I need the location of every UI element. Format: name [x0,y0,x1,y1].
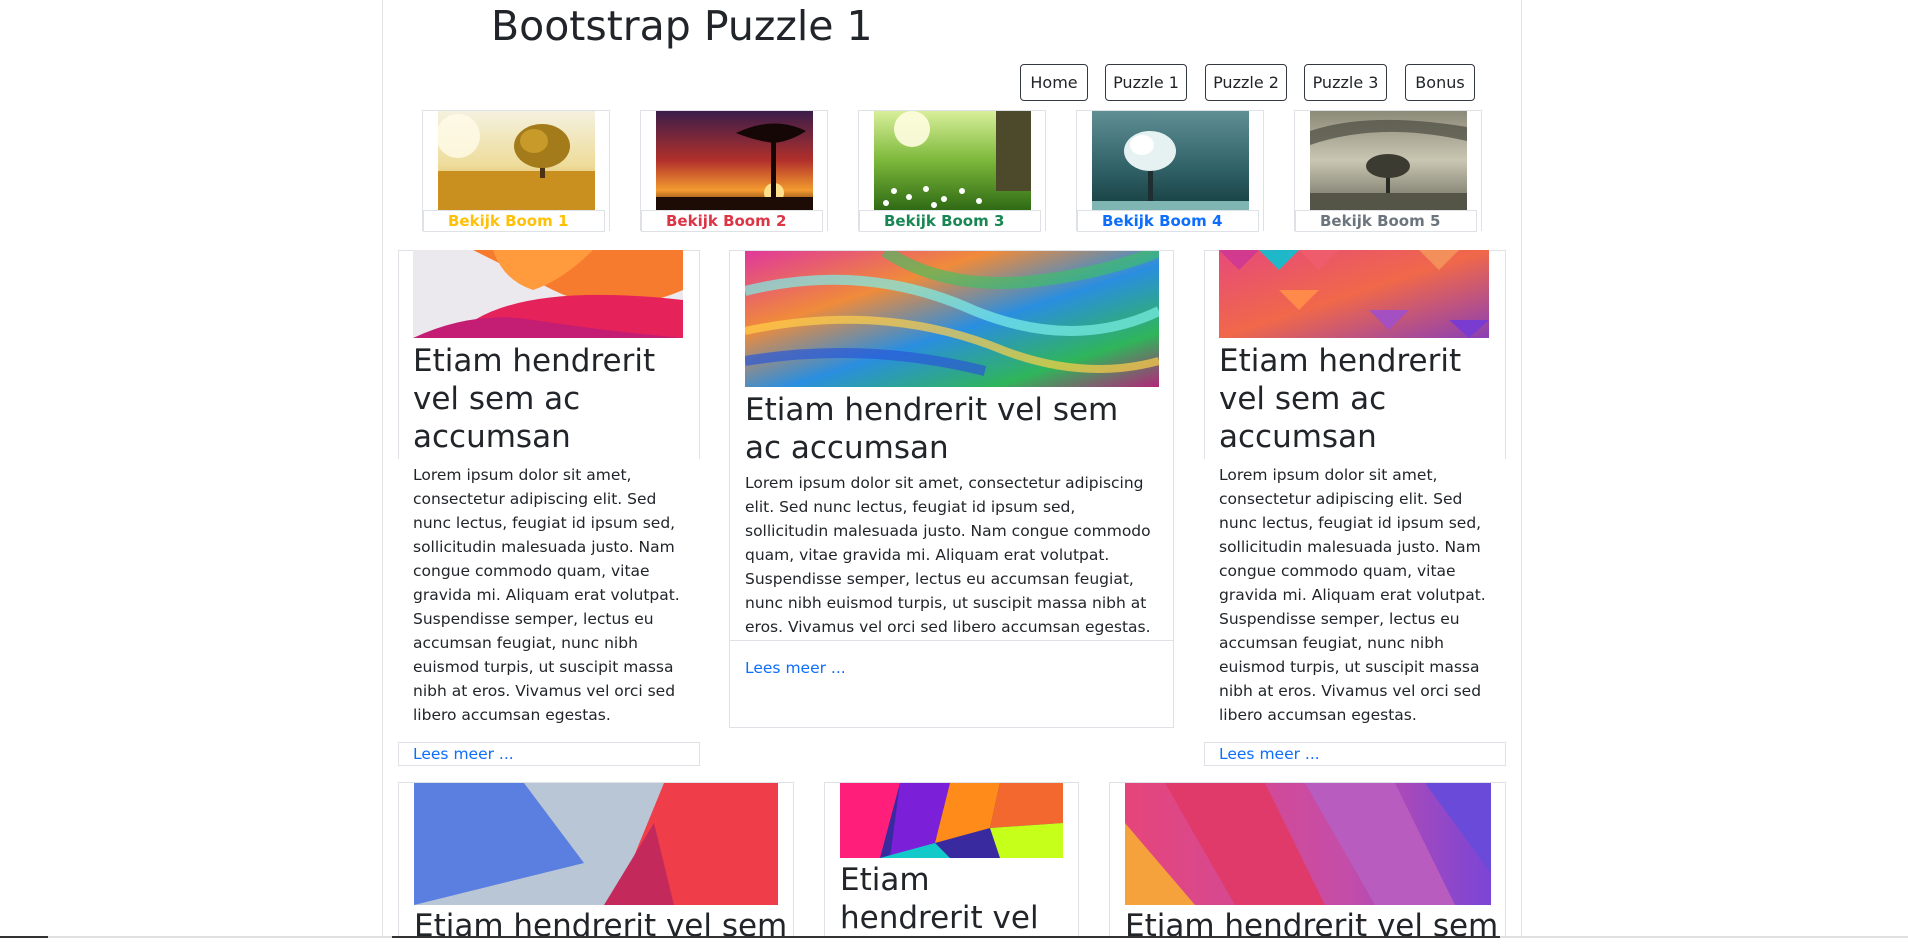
card-3-image [1219,250,1489,338]
card-5: Etiam hendrerit vel [824,782,1079,938]
nav-puzzle-1-button[interactable]: Puzzle 1 [1105,64,1187,101]
card-1: Etiam hendrerit vel sem ac accumsan Lore… [398,250,700,766]
tree-3-image[interactable] [874,111,1031,210]
tree-2-image[interactable] [656,111,813,210]
card-1-body: Lorem ipsum dolor sit amet, consectetur … [413,466,680,724]
nav-puzzle-3-button[interactable]: Puzzle 3 [1304,64,1387,101]
card-6-heading: Etiam hendrerit vel sem [1125,908,1499,944]
card-5-heading: Etiam hendrerit vel [840,862,1039,936]
card-2-body: Lorem ipsum dolor sit amet, consectetur … [745,474,1151,636]
card-1-image [413,250,683,338]
tree-card-4: Bekijk Boom 4 [1076,110,1264,232]
card-6-image [1125,783,1491,905]
card-3: Etiam hendrerit vel sem ac accumsan Lore… [1204,250,1506,766]
nav-puzzle-2-button[interactable]: Puzzle 2 [1205,64,1287,101]
card-3-body: Lorem ipsum dolor sit amet, consectetur … [1219,466,1486,724]
tree-5-image[interactable] [1310,111,1467,210]
card-3-read-more-link[interactable]: Lees meer ... [1219,744,1320,764]
card-4-image [414,783,778,905]
card-2-image [745,251,1159,387]
card-2-heading: Etiam hendrerit vel sem ac accumsan [745,392,1119,466]
tree-1-link[interactable]: Bekijk Boom 1 [423,210,605,232]
tree-4-image[interactable] [1092,111,1249,210]
card-6: Etiam hendrerit vel sem [1109,782,1506,944]
tree-2-link[interactable]: Bekijk Boom 2 [641,210,823,232]
tree-card-2: Bekijk Boom 2 [640,110,828,232]
nav-home-button[interactable]: Home [1020,64,1088,101]
card-2: Etiam hendrerit vel sem ac accumsan Lore… [729,250,1174,728]
tree-card-3: Bekijk Boom 3 [858,110,1046,232]
tree-1-image[interactable] [438,111,595,210]
nav-bonus-button[interactable]: Bonus [1405,64,1475,101]
card-5-image [840,783,1063,858]
tree-4-link[interactable]: Bekijk Boom 4 [1077,210,1259,232]
tree-3-link[interactable]: Bekijk Boom 3 [859,210,1041,232]
tree-5-link[interactable]: Bekijk Boom 5 [1295,210,1477,232]
card-4: Etiam hendrerit vel sem [398,782,794,944]
card-1-heading: Etiam hendrerit vel sem ac accumsan [413,343,656,455]
tree-card-5: Bekijk Boom 5 [1294,110,1482,232]
card-4-heading: Etiam hendrerit vel sem [414,908,788,944]
page-title: Bootstrap Puzzle 1 [491,2,873,50]
tree-card-1: Bekijk Boom 1 [422,110,610,232]
card-1-read-more-link[interactable]: Lees meer ... [413,744,514,764]
card-3-heading: Etiam hendrerit vel sem ac accumsan [1219,343,1462,455]
card-2-read-more-link[interactable]: Lees meer ... [745,658,846,678]
